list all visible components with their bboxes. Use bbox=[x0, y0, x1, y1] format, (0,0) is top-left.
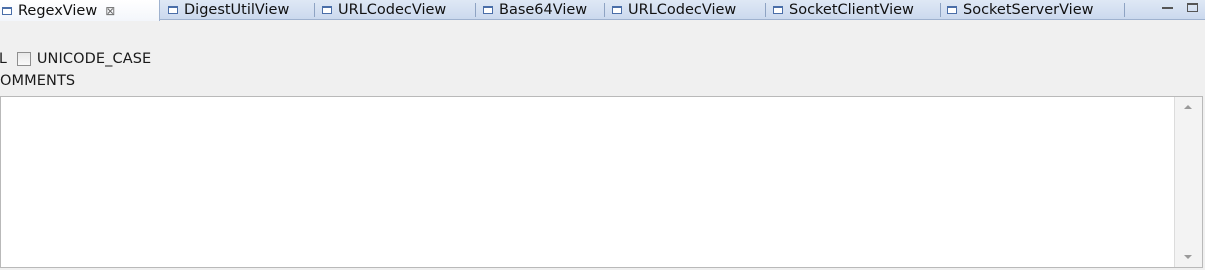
close-icon[interactable]: ⊠ bbox=[105, 4, 115, 18]
view-icon bbox=[612, 6, 622, 14]
view-icon bbox=[322, 6, 332, 14]
scroll-up-icon[interactable] bbox=[1184, 105, 1192, 109]
tab-urlcodecview[interactable]: URLCodecView bbox=[322, 0, 476, 20]
tab-separator bbox=[314, 3, 315, 17]
flag-options-row-2: OMMENTS bbox=[0, 72, 75, 90]
tab-label: URLCodecView bbox=[628, 2, 737, 18]
minimize-icon[interactable] bbox=[1162, 7, 1173, 11]
scroll-down-icon[interactable] bbox=[1184, 255, 1192, 259]
view-tab-bar: RegexView ⊠ DigestUtilView URLCodecView … bbox=[0, 0, 1205, 21]
tab-label: Base64View bbox=[499, 2, 588, 18]
tab-separator bbox=[765, 3, 766, 17]
view-icon bbox=[168, 6, 178, 14]
tab-urlcodecview-2[interactable]: URLCodecView bbox=[612, 0, 766, 20]
vertical-scrollbar[interactable] bbox=[1174, 97, 1202, 267]
tab-digestutilview[interactable]: DigestUtilView bbox=[168, 0, 315, 20]
tab-separator bbox=[475, 3, 476, 17]
tab-separator bbox=[940, 3, 941, 17]
tab-base64view[interactable]: Base64View bbox=[483, 0, 605, 20]
unicode-case-label: UNICODE_CASE bbox=[36, 51, 152, 67]
view-icon bbox=[773, 6, 783, 14]
maximize-icon[interactable] bbox=[1187, 3, 1198, 12]
tab-label: DigestUtilView bbox=[184, 2, 290, 18]
tab-regexview[interactable]: RegexView ⊠ bbox=[0, 0, 160, 21]
comments-option-label: OMMENTS bbox=[0, 73, 76, 89]
unicode-case-checkbox[interactable] bbox=[16, 52, 31, 66]
tab-label: RegexView bbox=[18, 2, 98, 19]
flag-options-row-1: L UNICODE_CASE bbox=[0, 50, 151, 68]
tab-label: SocketServerView bbox=[963, 2, 1094, 18]
tab-socketserverview[interactable]: SocketServerView bbox=[947, 0, 1125, 20]
tab-label: SocketClientView bbox=[789, 2, 914, 18]
option-fragment-label: L bbox=[0, 51, 7, 67]
tab-label: URLCodecView bbox=[338, 2, 447, 18]
view-icon bbox=[947, 6, 957, 14]
view-icon bbox=[483, 6, 493, 14]
tab-socketclientview[interactable]: SocketClientView bbox=[773, 0, 941, 20]
view-icon bbox=[2, 6, 12, 15]
tab-separator bbox=[604, 3, 605, 17]
regex-text-area[interactable] bbox=[0, 96, 1203, 268]
tab-separator bbox=[1124, 3, 1125, 17]
